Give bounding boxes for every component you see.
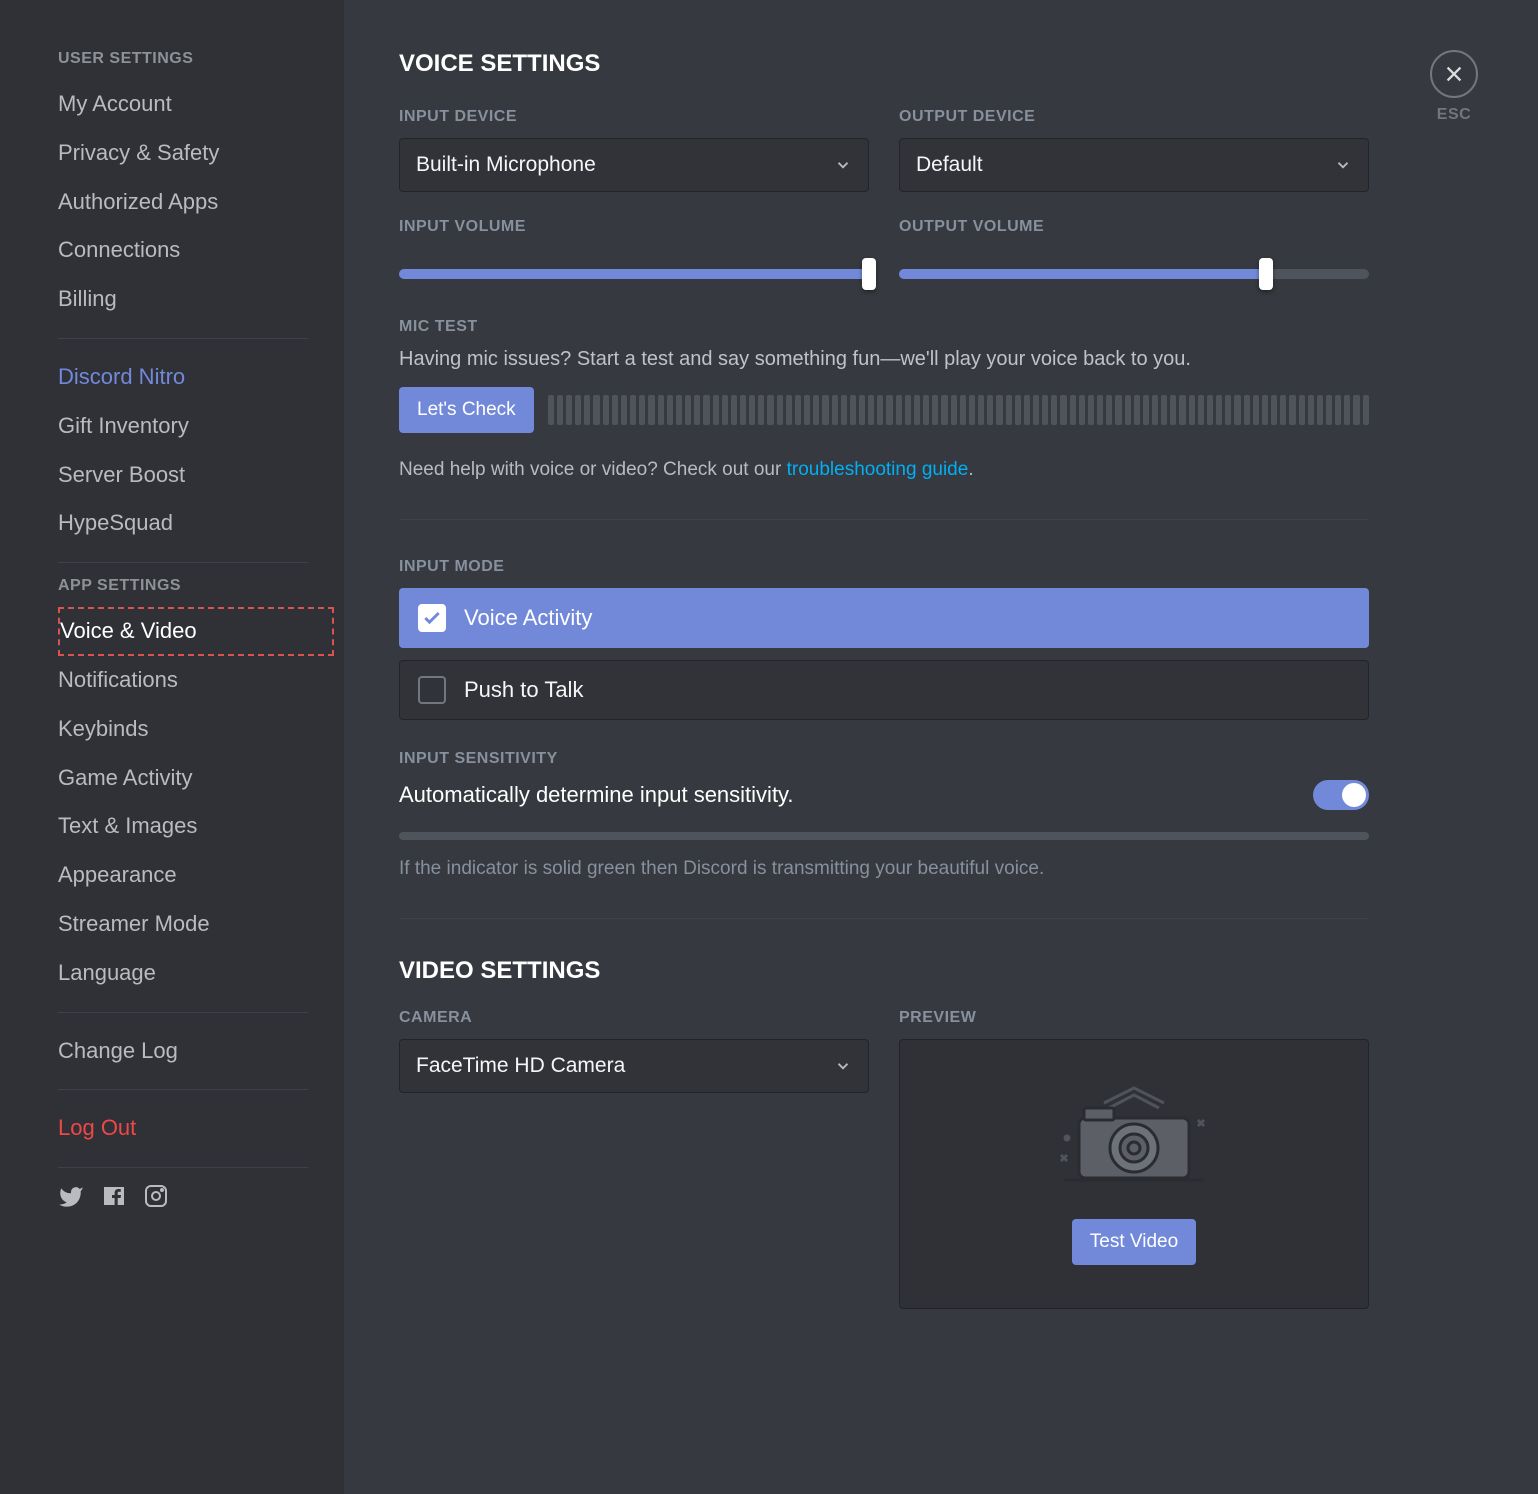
output-device-label: OUTPUT DEVICE bbox=[899, 108, 1369, 126]
close-label: ESC bbox=[1430, 106, 1478, 124]
chevron-down-icon bbox=[1334, 156, 1352, 174]
input-sensitivity-label: INPUT SENSITIVITY bbox=[399, 750, 1369, 768]
camera-icon bbox=[1049, 1083, 1219, 1193]
sidebar-item-appearance[interactable]: Appearance bbox=[58, 851, 334, 900]
section-header-user-settings: USER SETTINGS bbox=[58, 50, 334, 68]
input-device-label: INPUT DEVICE bbox=[399, 108, 869, 126]
input-mode-option-label: Push to Talk bbox=[464, 677, 583, 703]
mic-test-label: MIC TEST bbox=[399, 318, 1369, 336]
mic-test-desc: Having mic issues? Start a test and say … bbox=[399, 348, 1369, 371]
divider bbox=[58, 1012, 308, 1013]
social-links bbox=[58, 1184, 334, 1210]
output-volume-label: OUTPUT VOLUME bbox=[899, 218, 1369, 236]
close-area: ESC bbox=[1430, 50, 1478, 124]
input-device-select[interactable]: Built-in Microphone bbox=[399, 138, 869, 192]
mic-test-meter bbox=[548, 395, 1369, 425]
video-preview: Test Video bbox=[899, 1039, 1369, 1309]
section-header-app-settings: APP SETTINGS bbox=[58, 577, 334, 595]
page-title-voice: VOICE SETTINGS bbox=[399, 50, 1369, 78]
chevron-down-icon bbox=[834, 156, 852, 174]
auto-sensitivity-label: Automatically determine input sensitivit… bbox=[399, 782, 794, 808]
input-mode-option-label: Voice Activity bbox=[464, 605, 592, 631]
divider bbox=[399, 918, 1369, 919]
help-prefix: Need help with voice or video? Check out… bbox=[399, 459, 787, 480]
sidebar-item-connections[interactable]: Connections bbox=[58, 226, 334, 275]
camera-label: CAMERA bbox=[399, 1009, 869, 1027]
divider bbox=[58, 338, 308, 339]
auto-sensitivity-toggle[interactable] bbox=[1313, 780, 1369, 810]
sidebar-item-discord-nitro[interactable]: Discord Nitro bbox=[58, 353, 334, 402]
sidebar-item-language[interactable]: Language bbox=[58, 949, 334, 998]
divider bbox=[58, 1089, 308, 1090]
twitter-icon[interactable] bbox=[58, 1184, 84, 1210]
divider bbox=[58, 562, 308, 563]
test-video-button[interactable]: Test Video bbox=[1072, 1219, 1196, 1265]
chevron-down-icon bbox=[834, 1057, 852, 1075]
settings-main: ESC VOICE SETTINGS INPUT DEVICE Built-in… bbox=[344, 0, 1538, 1494]
camera-select[interactable]: FaceTime HD Camera bbox=[399, 1039, 869, 1093]
close-button[interactable] bbox=[1430, 50, 1478, 98]
sidebar-item-billing[interactable]: Billing bbox=[58, 275, 334, 324]
sidebar-item-text-images[interactable]: Text & Images bbox=[58, 802, 334, 851]
sidebar-item-change-log[interactable]: Change Log bbox=[58, 1027, 334, 1076]
divider bbox=[399, 519, 1369, 520]
sidebar-item-gift-inventory[interactable]: Gift Inventory bbox=[58, 402, 334, 451]
sidebar-item-streamer-mode[interactable]: Streamer Mode bbox=[58, 900, 334, 949]
sidebar-item-hypesquad[interactable]: HypeSquad bbox=[58, 499, 334, 548]
sidebar-item-privacy-safety[interactable]: Privacy & Safety bbox=[58, 129, 334, 178]
input-volume-slider[interactable] bbox=[399, 256, 869, 292]
sidebar-item-game-activity[interactable]: Game Activity bbox=[58, 754, 334, 803]
close-icon bbox=[1443, 63, 1465, 85]
input-volume-label: INPUT VOLUME bbox=[399, 218, 869, 236]
page-title-video: VIDEO SETTINGS bbox=[399, 957, 1369, 985]
sensitivity-meter bbox=[399, 832, 1369, 840]
output-device-select[interactable]: Default bbox=[899, 138, 1369, 192]
output-volume-slider[interactable] bbox=[899, 256, 1369, 292]
instagram-icon[interactable] bbox=[144, 1184, 168, 1210]
lets-check-button[interactable]: Let's Check bbox=[399, 387, 534, 433]
sidebar-item-notifications[interactable]: Notifications bbox=[58, 656, 334, 705]
sidebar-item-authorized-apps[interactable]: Authorized Apps bbox=[58, 178, 334, 227]
help-suffix: . bbox=[968, 459, 973, 480]
sidebar-item-voice-video[interactable]: Voice & Video bbox=[58, 607, 334, 656]
settings-sidebar: USER SETTINGS My Account Privacy & Safet… bbox=[0, 0, 344, 1494]
input-mode-voice-activity[interactable]: Voice Activity bbox=[399, 588, 1369, 648]
sidebar-item-keybinds[interactable]: Keybinds bbox=[58, 705, 334, 754]
output-device-value: Default bbox=[916, 153, 983, 177]
sidebar-item-server-boost[interactable]: Server Boost bbox=[58, 451, 334, 500]
slider-thumb[interactable] bbox=[1259, 258, 1273, 290]
camera-value: FaceTime HD Camera bbox=[416, 1054, 625, 1078]
toggle-knob bbox=[1342, 783, 1366, 807]
input-mode-label: INPUT MODE bbox=[399, 558, 1369, 576]
divider bbox=[58, 1167, 308, 1168]
mic-test-help: Need help with voice or video? Check out… bbox=[399, 459, 1369, 481]
troubleshooting-link[interactable]: troubleshooting guide bbox=[787, 459, 969, 480]
preview-label: PREVIEW bbox=[899, 1009, 1369, 1027]
sidebar-item-log-out[interactable]: Log Out bbox=[58, 1104, 334, 1153]
slider-thumb[interactable] bbox=[862, 258, 876, 290]
checkbox-unchecked-icon bbox=[418, 676, 446, 704]
checkbox-checked-icon bbox=[418, 604, 446, 632]
sensitivity-note: If the indicator is solid green then Dis… bbox=[399, 858, 1369, 880]
sidebar-item-my-account[interactable]: My Account bbox=[58, 80, 334, 129]
input-mode-push-to-talk[interactable]: Push to Talk bbox=[399, 660, 1369, 720]
input-device-value: Built-in Microphone bbox=[416, 153, 596, 177]
facebook-icon[interactable] bbox=[102, 1184, 126, 1210]
